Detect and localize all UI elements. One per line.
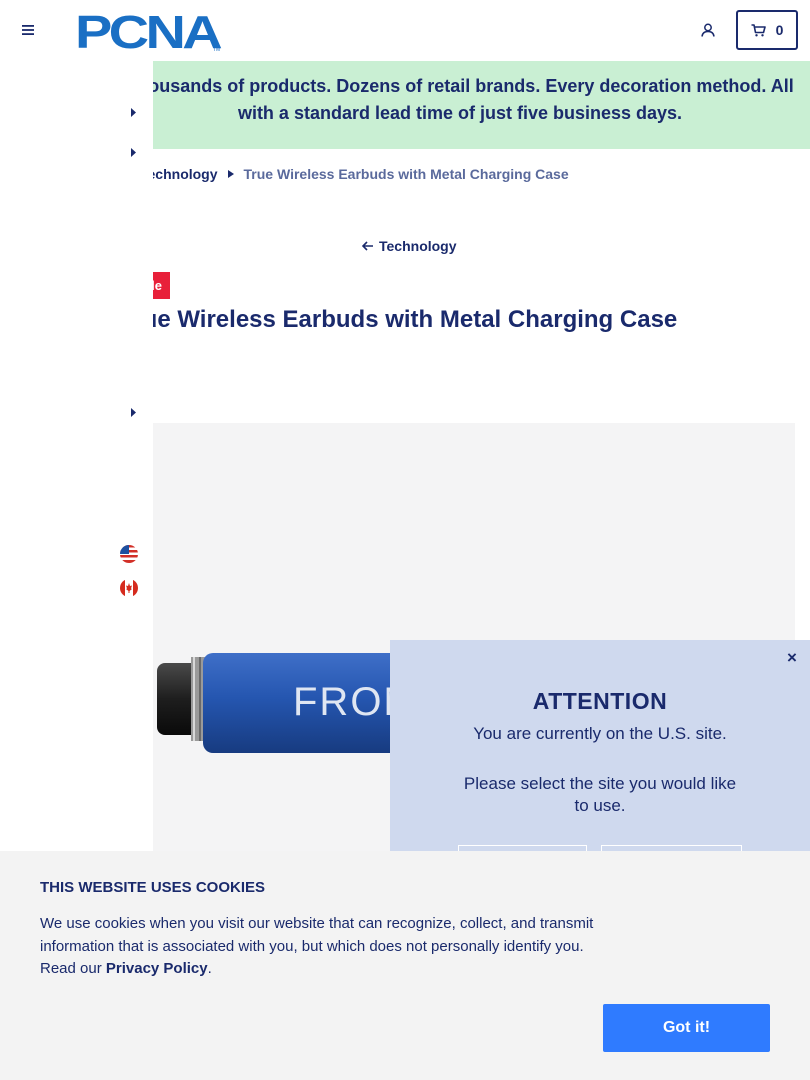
cookie-body: We use cookies when you visit our websit… bbox=[40, 913, 610, 981]
cookie-title: THIS WEBSITE USES COOKIES bbox=[40, 879, 266, 896]
caret-right-icon bbox=[130, 107, 136, 117]
canada-flag-icon[interactable] bbox=[120, 579, 138, 597]
site-header: PCNA TM 0 bbox=[0, 0, 810, 61]
accept-cookies-button[interactable]: Got it! bbox=[603, 1004, 770, 1052]
product-title: True Wireless Earbuds with Metal Chargin… bbox=[120, 306, 678, 333]
menu-button[interactable] bbox=[16, 18, 40, 42]
caret-right-icon bbox=[227, 170, 234, 178]
caret-right-icon bbox=[130, 407, 136, 417]
modal-select-site-text: Please select the site you would like to… bbox=[463, 774, 737, 815]
user-icon bbox=[701, 23, 715, 37]
hamburger-icon bbox=[22, 25, 34, 35]
logo-text: PCNA bbox=[75, 9, 221, 53]
cart-icon bbox=[751, 23, 766, 36]
drawer-caret-3[interactable] bbox=[128, 405, 138, 419]
arrow-left-icon bbox=[362, 241, 373, 251]
modal-current-site-text: You are currently on the U.S. site. bbox=[473, 724, 727, 743]
promo-banner-text: Thousands of products. Dozens of retail … bbox=[126, 76, 794, 123]
breadcrumb: Technology True Wireless Earbuds with Me… bbox=[140, 166, 569, 182]
close-icon[interactable]: × bbox=[784, 649, 800, 666]
account-button[interactable] bbox=[696, 18, 720, 42]
pcna-logo[interactable]: PCNA TM bbox=[75, 6, 225, 58]
modal-heading: ATTENTION bbox=[532, 688, 668, 714]
cart-count: 0 bbox=[775, 22, 784, 38]
breadcrumb-current: True Wireless Earbuds with Metal Chargin… bbox=[243, 166, 569, 182]
drawer-caret-1[interactable] bbox=[128, 105, 138, 119]
back-to-technology-link[interactable]: Technology bbox=[362, 238, 457, 254]
logo-trademark: TM bbox=[213, 47, 220, 53]
cookie-banner: THIS WEBSITE USES COOKIES We use cookies… bbox=[0, 851, 810, 1080]
cart-button[interactable]: 0 bbox=[736, 10, 798, 50]
privacy-policy-link[interactable]: Privacy Policy bbox=[106, 960, 208, 977]
site-selection-modal: × ATTENTION You are currently on the U.S… bbox=[390, 640, 810, 881]
drawer-caret-2[interactable] bbox=[128, 145, 138, 159]
us-flag-icon[interactable] bbox=[120, 545, 138, 563]
back-link-label: Technology bbox=[379, 238, 457, 254]
cookie-body-period: . bbox=[207, 960, 212, 977]
caret-right-icon bbox=[130, 147, 136, 157]
